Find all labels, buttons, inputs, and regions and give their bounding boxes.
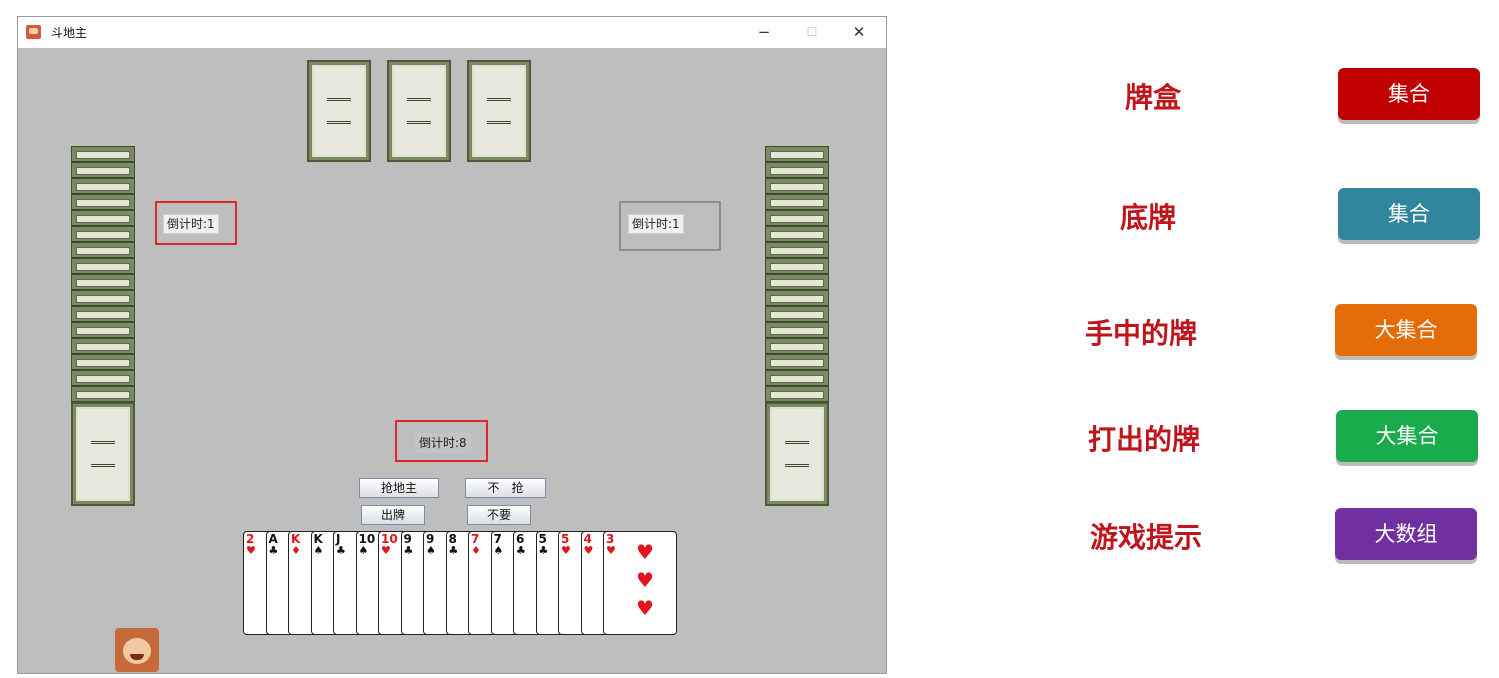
card-back-emblem-icon xyxy=(327,98,351,124)
avatar-face xyxy=(123,638,151,664)
play-cards-button[interactable]: 出牌 xyxy=(361,505,425,525)
left-player-card-back xyxy=(71,402,135,506)
card-suit-icon: ♦ xyxy=(471,544,481,557)
right-player-card-back xyxy=(765,402,829,506)
right-player-card-back xyxy=(765,258,829,274)
right-player-card-back xyxy=(765,338,829,354)
left-player-card-back xyxy=(71,258,135,274)
left-player-card-back xyxy=(71,242,135,258)
left-player-card-back xyxy=(71,322,135,338)
minimize-button[interactable]: − xyxy=(749,20,779,44)
card-pip-icon: ♥ xyxy=(636,596,654,620)
right-player-card-back xyxy=(765,290,829,306)
card-suit-icon: ♣ xyxy=(538,544,549,557)
left-player-card-back xyxy=(71,210,135,226)
left-player-card-back xyxy=(71,194,135,210)
right-timer-highlight: 倒计时:1 xyxy=(619,201,721,251)
left-player-card-back xyxy=(71,178,135,194)
legend-label: 牌盒 xyxy=(1125,81,1182,114)
card-back-emblem-icon xyxy=(91,441,115,467)
card-suit-icon: ♥ xyxy=(381,544,391,557)
player-timer: 倒计时:8 xyxy=(415,433,471,453)
card-suit-icon: ♣ xyxy=(448,544,459,557)
card-suit-icon: ♥ xyxy=(583,544,594,557)
right-player-card-back xyxy=(765,210,829,226)
right-player-card-back xyxy=(765,226,829,242)
card-suit-icon: ♣ xyxy=(516,544,526,557)
right-player-card-back xyxy=(765,194,829,210)
legend-panel: 牌盒 集合 底牌 集合 手中的牌 大集合 打出的牌 大集合 游戏提示 大数组 xyxy=(1060,60,1490,580)
left-player-card-back xyxy=(71,146,135,162)
card-pip-icon: ♥ xyxy=(636,540,654,564)
legend-button[interactable]: 集合 xyxy=(1338,188,1480,240)
left-player-card-back xyxy=(71,354,135,370)
right-player-card-back xyxy=(765,162,829,178)
card-suit-icon: ♦ xyxy=(291,544,301,557)
right-player-card-back xyxy=(765,274,829,290)
right-player-hand xyxy=(765,146,829,506)
card-suit-icon: ♠ xyxy=(493,544,504,557)
card-suit-icon: ♥ xyxy=(246,544,256,557)
card-suit-icon: ♥ xyxy=(606,544,616,557)
left-player-hand xyxy=(71,146,135,506)
left-player-card-back xyxy=(71,306,135,322)
bottom-card-1 xyxy=(307,60,371,162)
right-player-card-back xyxy=(765,178,829,194)
legend-label: 打出的牌 xyxy=(1088,423,1201,456)
window-title: 斗地主 xyxy=(51,26,88,40)
right-player-card-back xyxy=(765,306,829,322)
card-suit-icon: ♠ xyxy=(426,544,436,557)
card-pip-icon: ♥ xyxy=(636,568,654,592)
bottom-card-2 xyxy=(387,60,451,162)
card-suit-icon: ♣ xyxy=(268,544,279,557)
game-window: 斗地主 − ☐ ✕ 倒计时:1 倒计时:1 倒计时:8 抢地主 不 抢 出牌 不… xyxy=(17,16,887,674)
left-player-card-back xyxy=(71,162,135,178)
legend-label: 游戏提示 xyxy=(1090,521,1203,554)
card-back-emblem-icon xyxy=(407,98,431,124)
no-call-button[interactable]: 不 抢 xyxy=(465,478,546,498)
legend-button[interactable]: 大数组 xyxy=(1335,508,1477,560)
card-suit-icon: ♠ xyxy=(313,544,324,557)
hand-card[interactable]: 3 ♥ ♥ ♥ ♥ xyxy=(603,531,677,635)
left-player-card-back xyxy=(71,338,135,354)
call-landlord-button[interactable]: 抢地主 xyxy=(359,478,439,498)
right-player-card-back xyxy=(765,370,829,386)
left-player-card-back xyxy=(71,226,135,242)
left-player-card-back xyxy=(71,370,135,386)
card-back-emblem-icon xyxy=(785,441,809,467)
legend-label: 底牌 xyxy=(1120,201,1177,234)
right-player-card-back xyxy=(765,354,829,370)
player-timer-highlight: 倒计时:8 xyxy=(395,420,488,462)
pass-button[interactable]: 不要 xyxy=(467,505,531,525)
maximize-button[interactable]: ☐ xyxy=(797,20,827,44)
close-button[interactable]: ✕ xyxy=(844,20,874,44)
right-timer: 倒计时:1 xyxy=(628,214,684,234)
left-player-card-back xyxy=(71,274,135,290)
left-player-card-back xyxy=(71,386,135,402)
right-player-card-back xyxy=(765,386,829,402)
card-suit-icon: ♣ xyxy=(336,544,346,557)
player-avatar xyxy=(115,628,159,672)
legend-button[interactable]: 大集合 xyxy=(1336,410,1478,462)
game-table: 倒计时:1 倒计时:1 倒计时:8 抢地主 不 抢 出牌 不要 2 ♥ A ♣ K ♦ K ♠… xyxy=(18,48,886,673)
app-icon xyxy=(26,25,41,39)
legend-button[interactable]: 集合 xyxy=(1338,68,1480,120)
card-suit-icon: ♥ xyxy=(561,544,571,557)
card-suit-icon: ♠ xyxy=(358,544,369,557)
title-bar[interactable]: 斗地主 − ☐ ✕ xyxy=(18,17,886,48)
right-player-card-back xyxy=(765,146,829,162)
bottom-card-3 xyxy=(467,60,531,162)
legend-button[interactable]: 大集合 xyxy=(1335,304,1477,356)
left-timer: 倒计时:1 xyxy=(163,214,219,234)
right-player-card-back xyxy=(765,242,829,258)
legend-label: 手中的牌 xyxy=(1085,317,1198,350)
player-hand: 2 ♥ A ♣ K ♦ K ♠ J ♣ 10 ♠ 10 ♥ 9 ♣ 9 ♠ 8 ♣ 7 ♦ 7 ♠ 6 ♣ 5 ♣ 5 ♥ 4 ♥ 3 ♥ ♥ ♥ ♥ xyxy=(243,531,677,635)
left-timer-highlight: 倒计时:1 xyxy=(155,201,237,245)
card-back-emblem-icon xyxy=(487,98,511,124)
right-player-card-back xyxy=(765,322,829,338)
left-player-card-back xyxy=(71,290,135,306)
card-suit-icon: ♣ xyxy=(403,544,414,557)
